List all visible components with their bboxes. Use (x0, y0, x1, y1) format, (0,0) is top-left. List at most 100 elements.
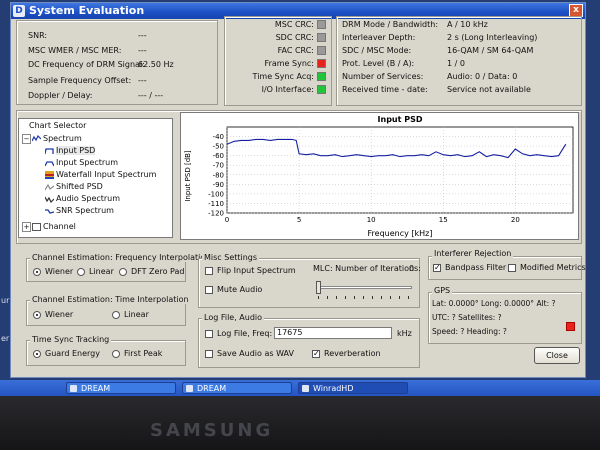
tree-item-input-psd[interactable]: Input PSD (56, 146, 96, 155)
chart-selector-title: Chart Selector (29, 121, 87, 130)
sample-offset-label: Sample Frequency Offset: (28, 76, 132, 85)
reverberation-checkbox[interactable]: ✓ (312, 350, 320, 358)
gps-speed: Speed: ? Heading: ? (432, 327, 507, 336)
chart-selector-tree[interactable]: Chart Selector − Spectrum Input PSD Inpu… (18, 118, 173, 238)
misc-settings-title: Misc Settings (202, 253, 260, 262)
tree-item-waterfall[interactable]: Waterfall Input Spectrum (56, 170, 156, 179)
sdc-crc-led (317, 33, 326, 42)
frame-sync-label: Frame Sync: (264, 59, 314, 68)
first-peak-radio[interactable] (112, 350, 120, 358)
log-file-title: Log File, Audio (202, 313, 265, 322)
mlc-slider-tick (363, 296, 364, 299)
time-linear-label: Linear (124, 310, 149, 319)
input-spectrum-icon (45, 161, 54, 167)
x-tick-label: 5 (297, 216, 301, 224)
freq-dft-label: DFT Zero Pad (131, 267, 185, 276)
spectrum-icon (32, 135, 41, 142)
log-file-checkbox[interactable] (205, 330, 213, 338)
doppler-value: --- / --- (138, 91, 164, 100)
gps-utc: UTC: ? Satellites: ? (432, 313, 502, 322)
y-tick-label: -70 (213, 162, 224, 170)
frame-sync-led (317, 59, 326, 68)
prot-level-label: Prot. Level (B / A): (342, 59, 415, 68)
mlc-slider-tick (318, 296, 319, 299)
freq-linear-label: Linear (89, 267, 114, 276)
taskbar-item-dream-1[interactable]: DREAM (66, 382, 176, 394)
input-psd-icon (45, 148, 54, 155)
log-file-group (198, 318, 420, 368)
modified-metrics-checkbox[interactable] (508, 264, 516, 272)
x-tick-label: 0 (225, 216, 229, 224)
mlc-slider-tick (408, 296, 409, 299)
io-interface-label: I/O Interface: (261, 85, 314, 94)
freq-dft-radio[interactable] (119, 268, 127, 276)
psd-chart: Frequency [kHz] Input PSD [dB] -40 -50-60… (184, 115, 574, 238)
y-tick-label: -110 (208, 200, 224, 208)
received-time-value: Service not available (447, 85, 531, 94)
x-tick-label: 15 (439, 216, 448, 224)
audio-spectrum-icon (45, 196, 54, 203)
chart-title: Input PSD (378, 115, 423, 124)
tree-item-input-spectrum[interactable]: Input Spectrum (56, 158, 118, 167)
taskbar-item-winradhd[interactable]: WinradHD (298, 382, 408, 394)
dc-frequency-label: DC Frequency of DRM Signal: (28, 60, 145, 69)
y-tick-label: -50 (213, 143, 224, 151)
fac-crc-led (317, 46, 326, 55)
tree-item-snr-spectrum[interactable]: SNR Spectrum (56, 206, 114, 215)
mlc-slider-tick (399, 296, 400, 299)
flip-spectrum-checkbox[interactable] (205, 267, 213, 275)
mlc-value: 0 (409, 264, 415, 273)
received-time-label: Received time - date: (342, 85, 428, 94)
y-tick-label: -40 (213, 133, 224, 141)
log-frequency-unit: kHz (397, 329, 412, 338)
msc-crc-label: MSC CRC: (274, 20, 314, 29)
time-wiener-radio[interactable] (33, 311, 41, 319)
modified-metrics-label: Modified Metrics (520, 263, 586, 272)
tree-expand-channel[interactable]: + (22, 222, 31, 232)
shifted-psd-icon (45, 183, 54, 191)
gps-status-led (566, 322, 575, 331)
doppler-label: Doppler / Delay: (28, 91, 93, 100)
sdc-msc-mode-value: 16-QAM / SM 64-QAM (447, 46, 534, 55)
mlc-slider-tick (354, 296, 355, 299)
guard-energy-radio[interactable] (33, 350, 41, 358)
guard-energy-label: Guard Energy (45, 349, 100, 358)
interferer-title: Interferer Rejection (432, 249, 514, 258)
gps-position: Lat: 0.0000° Long: 0.0000° Alt: ? (432, 299, 556, 308)
monitor-bezel (0, 396, 600, 450)
log-frequency-input[interactable]: 17675 (274, 327, 392, 339)
tree-root-channel[interactable]: Channel (43, 222, 76, 231)
waterfall-icon (45, 171, 54, 179)
num-services-label: Number of Services: (342, 72, 424, 81)
app-icon: D (13, 5, 25, 17)
mer-value: --- (138, 46, 147, 55)
taskbar: DREAM DREAM WinradHD (0, 380, 600, 396)
mlc-slider-tick (372, 296, 373, 299)
first-peak-label: First Peak (124, 349, 163, 358)
tree-root-spectrum[interactable]: Spectrum (43, 134, 82, 143)
freq-wiener-radio[interactable] (33, 268, 41, 276)
tree-item-audio-spectrum[interactable]: Audio Spectrum (56, 194, 120, 203)
freq-wiener-label: Wiener (45, 267, 74, 276)
mlc-slider-tick (381, 296, 382, 299)
tree-expand-spectrum[interactable]: − (22, 134, 31, 144)
dc-frequency-value: 62.50 Hz (138, 60, 174, 69)
y-tick-label: -80 (213, 171, 224, 179)
y-tick-label: -60 (213, 152, 224, 160)
close-button[interactable]: Close (534, 347, 580, 364)
mlc-slider-ticks (316, 296, 412, 300)
save-wav-checkbox[interactable] (205, 350, 213, 358)
sdc-crc-label: SDC CRC: (275, 33, 314, 42)
bandpass-checkbox[interactable]: ✓ (433, 264, 441, 272)
tree-item-shifted-psd[interactable]: Shifted PSD (56, 182, 103, 191)
time-linear-radio[interactable] (112, 311, 120, 319)
io-interface-led (317, 85, 326, 94)
window-title: System Evaluation (29, 4, 145, 17)
freq-linear-radio[interactable] (77, 268, 85, 276)
mute-audio-checkbox[interactable] (205, 286, 213, 294)
mlc-slider-thumb[interactable] (316, 281, 321, 294)
time-sync-led (317, 72, 326, 81)
input-psd-plot: Frequency [kHz] Input PSD [dB] -40 -50 -60… (180, 112, 579, 240)
log-file-label: Log File, Freq: (217, 329, 273, 338)
taskbar-item-dream-2[interactable]: DREAM (182, 382, 292, 394)
